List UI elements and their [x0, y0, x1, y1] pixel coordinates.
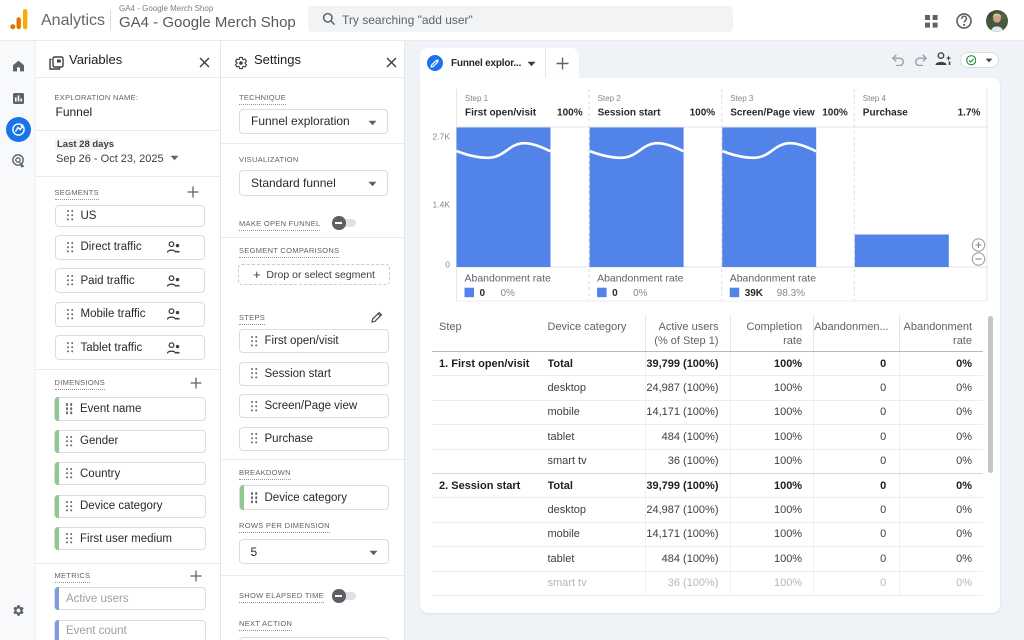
- svg-text:Abandonment rate: Abandonment rate: [465, 273, 552, 285]
- svg-text:Step 4: Step 4: [863, 94, 887, 103]
- svg-text:Step 3: Step 3: [730, 94, 754, 103]
- svg-text:39K: 39K: [745, 288, 764, 299]
- svg-text:First open/visit: First open/visit: [465, 108, 537, 119]
- svg-text:1.7%: 1.7%: [958, 108, 981, 119]
- svg-text:100%: 100%: [690, 108, 716, 119]
- svg-text:100%: 100%: [822, 108, 848, 119]
- svg-text:Purchase: Purchase: [863, 108, 908, 119]
- svg-text:0: 0: [612, 288, 618, 299]
- svg-text:Abandonment rate: Abandonment rate: [597, 273, 684, 285]
- svg-text:Screen/Page view: Screen/Page view: [730, 108, 815, 119]
- svg-text:0: 0: [480, 288, 486, 299]
- svg-text:0%: 0%: [633, 288, 648, 299]
- svg-text:0: 0: [445, 260, 450, 270]
- svg-text:Session start: Session start: [598, 108, 661, 119]
- svg-text:0%: 0%: [501, 288, 516, 299]
- svg-text:1.4K: 1.4K: [433, 200, 451, 210]
- svg-text:2.7K: 2.7K: [433, 132, 451, 142]
- svg-text:Step 2: Step 2: [598, 94, 622, 103]
- svg-text:Abandonment rate: Abandonment rate: [730, 273, 817, 285]
- svg-text:100%: 100%: [557, 108, 583, 119]
- svg-text:98.3%: 98.3%: [777, 288, 805, 299]
- svg-text:Step 1: Step 1: [465, 94, 489, 103]
